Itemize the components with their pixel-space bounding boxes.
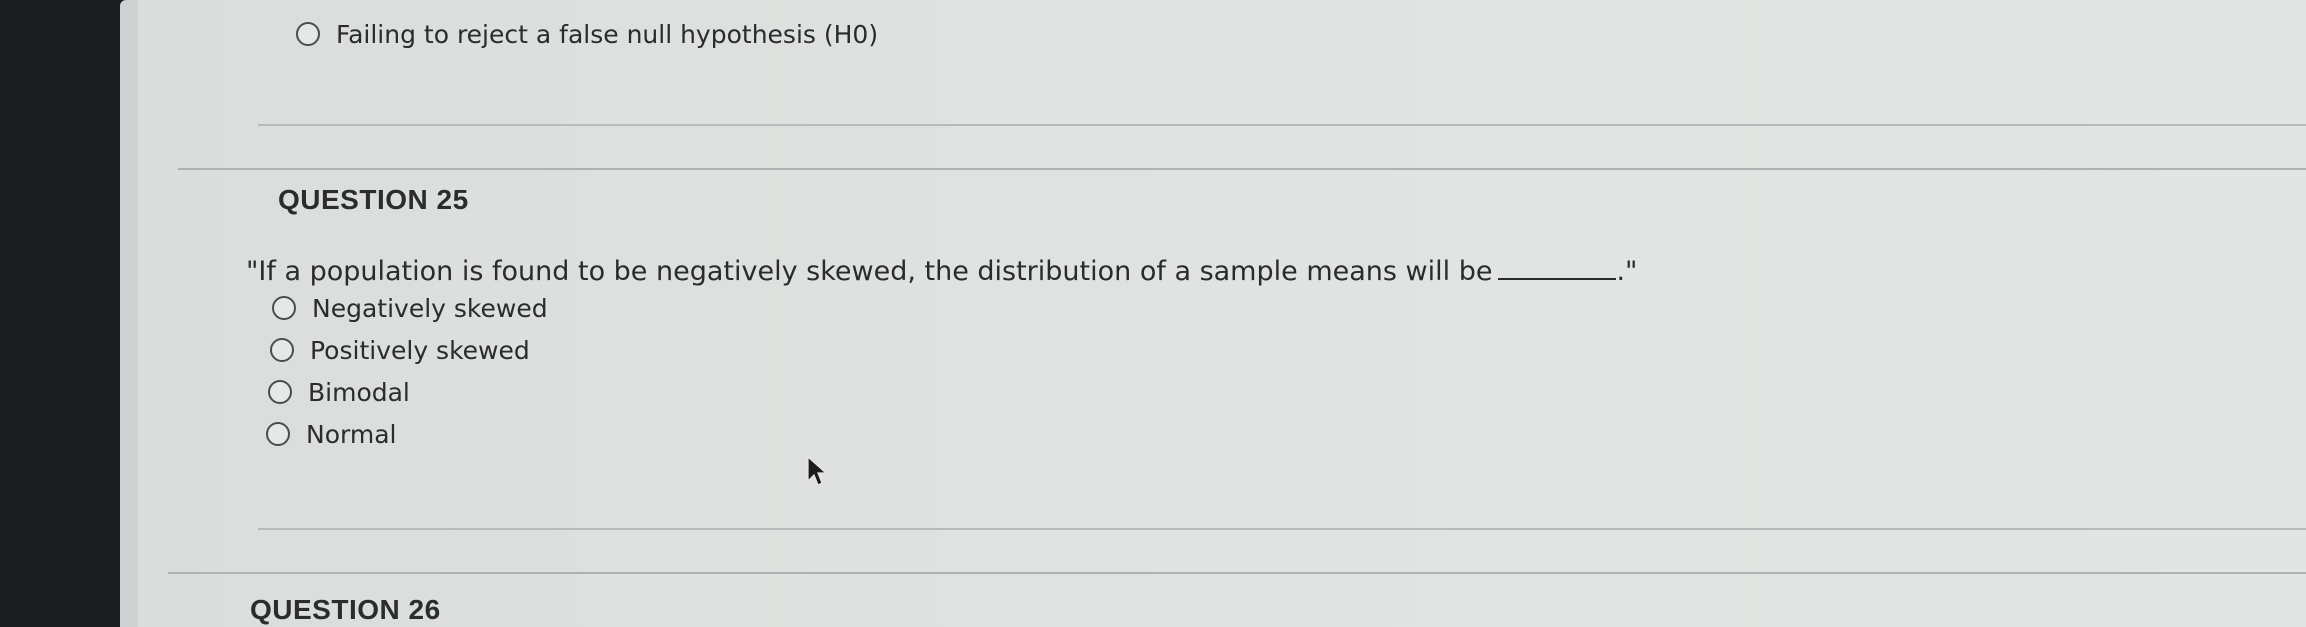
- question-text: "If a population is found to be negative…: [246, 256, 1637, 287]
- option-label: Failing to reject a false null hypothesi…: [336, 19, 879, 49]
- radio-button[interactable]: [296, 22, 320, 46]
- option-label: Normal: [306, 419, 397, 449]
- option-label: Negatively skewed: [312, 293, 548, 323]
- radio-button[interactable]: [268, 380, 292, 404]
- radio-button[interactable]: [270, 338, 294, 362]
- answer-blank: [1498, 278, 1617, 280]
- radio-button[interactable]: [266, 422, 290, 446]
- question-prompt-end: .": [1616, 256, 1638, 287]
- answer-option-bimodal[interactable]: Bimodal: [268, 376, 410, 408]
- divider: [258, 528, 2306, 530]
- answer-option[interactable]: Failing to reject a false null hypothesi…: [296, 18, 878, 50]
- screen: Failing to reject a false null hypothesi…: [120, 0, 2306, 627]
- divider: [178, 168, 2306, 170]
- option-label: Positively skewed: [310, 335, 530, 365]
- question-heading: QUESTION 26: [250, 594, 441, 625]
- radio-button[interactable]: [272, 296, 296, 320]
- quiz-page: Failing to reject a false null hypothesi…: [138, 0, 2306, 627]
- divider: [168, 572, 2306, 574]
- option-label: Bimodal: [308, 377, 410, 407]
- answer-option-normal[interactable]: Normal: [266, 418, 396, 450]
- question-heading: QUESTION 25: [278, 184, 469, 215]
- divider: [258, 124, 2306, 126]
- question-prompt: "If a population is found to be negative…: [246, 256, 1493, 287]
- answer-option-positively-skewed[interactable]: Positively skewed: [270, 334, 530, 366]
- answer-option-negatively-skewed[interactable]: Negatively skewed: [272, 292, 548, 324]
- mouse-cursor-icon: [807, 455, 828, 486]
